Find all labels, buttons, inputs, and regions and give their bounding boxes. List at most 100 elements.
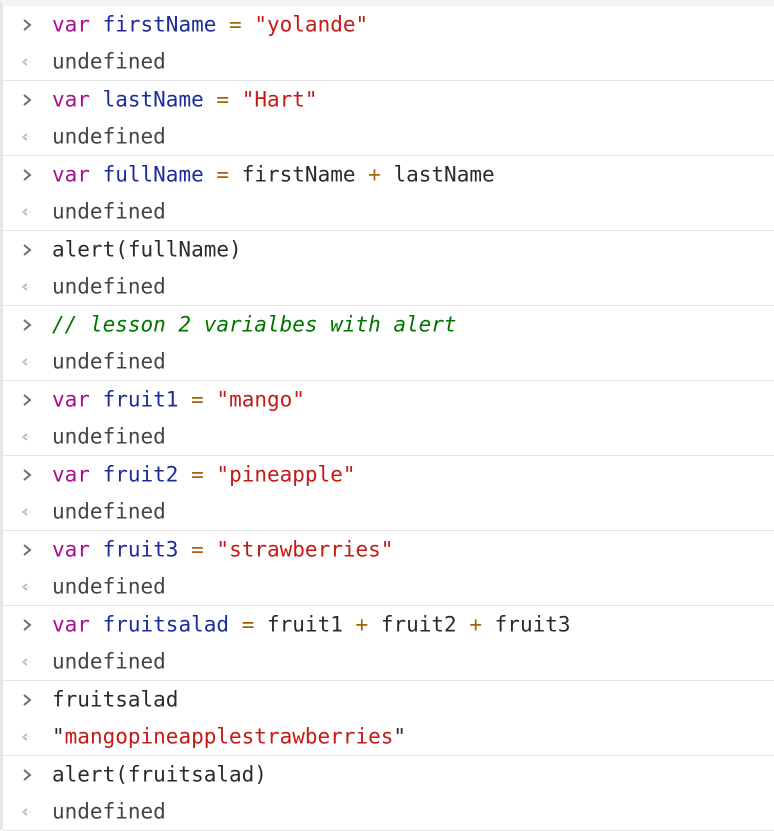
console-output-value: undefined	[52, 349, 166, 373]
string-literal: "strawberries"	[216, 537, 394, 561]
console-input-code: var fruitsalad = fruit1 + fruit2 + fruit…	[52, 614, 571, 635]
chevron-right-icon	[20, 543, 34, 557]
console-input-line[interactable]: alert(fullName)	[3, 231, 774, 268]
variable-name: fruit2	[102, 462, 179, 486]
console-input-code: alert(fullName)	[52, 237, 242, 261]
string-value: mangopineapplestrawberries	[64, 724, 394, 748]
operator: =	[216, 87, 230, 111]
console-input-line[interactable]: var fruitsalad = fruit1 + fruit2 + fruit…	[3, 606, 774, 643]
console-entry: var fullName = firstName + lastName unde…	[3, 156, 774, 231]
console-input-code: var fullName = firstName + lastName	[52, 164, 495, 185]
keyword: var	[52, 537, 90, 561]
string-quote: "	[52, 724, 65, 748]
return-arrow-icon	[20, 205, 34, 219]
console-input-line[interactable]: var firstName = "yolande"	[3, 6, 774, 43]
console-output-line: undefined	[3, 343, 774, 380]
keyword: var	[52, 87, 90, 111]
string-literal: "yolande"	[254, 12, 369, 36]
keyword: var	[52, 612, 90, 636]
console-input-line[interactable]: fruitsalad	[3, 681, 774, 718]
identifier: fruit2	[380, 612, 457, 636]
console-input-comment: // lesson 2 varialbes with alert	[52, 312, 457, 336]
console-output-line: undefined	[3, 568, 774, 605]
identifier: firstName	[241, 162, 356, 186]
return-arrow-icon	[20, 55, 34, 69]
console-input-line[interactable]: alert(fruitsalad)	[3, 756, 774, 793]
return-arrow-icon	[20, 130, 34, 144]
return-arrow-icon	[20, 505, 34, 519]
console-input-line[interactable]: var fullName = firstName + lastName	[3, 156, 774, 193]
operator: +	[469, 612, 482, 636]
keyword: var	[52, 162, 90, 186]
console-output-value: undefined	[52, 574, 166, 598]
console-entry: var fruit3 = "strawberries" undefined	[3, 531, 774, 606]
chevron-right-icon	[20, 318, 34, 332]
chevron-right-icon	[20, 768, 34, 782]
return-arrow-icon	[20, 805, 34, 819]
operator: +	[368, 162, 381, 186]
console-input-code: var fruit3 = "strawberries"	[52, 539, 393, 560]
chevron-right-icon	[20, 693, 34, 707]
return-arrow-icon	[20, 430, 34, 444]
console-output-line: undefined	[3, 193, 774, 230]
console-output-line: "mangopineapplestrawberries"	[3, 718, 774, 755]
chevron-right-icon	[20, 468, 34, 482]
return-arrow-icon	[20, 580, 34, 594]
console-panel: var firstName = "yolande" undefined var …	[0, 0, 774, 831]
console-output-value: undefined	[52, 124, 166, 148]
chevron-right-icon	[20, 93, 34, 107]
string-literal: "pineapple"	[216, 462, 356, 486]
console-entry: var fruit1 = "mango" undefined	[3, 381, 774, 456]
console-entry: // lesson 2 varialbes with alert undefin…	[3, 306, 774, 381]
string-quote: "	[393, 724, 407, 748]
console-output-value: undefined	[52, 424, 166, 448]
console-output-value: undefined	[52, 199, 166, 223]
operator: =	[229, 12, 242, 36]
chevron-right-icon	[20, 168, 34, 182]
console-output-line: undefined	[3, 268, 774, 305]
operator: =	[191, 462, 204, 486]
console-input-line[interactable]: // lesson 2 varialbes with alert	[3, 306, 774, 343]
console-entry: alert(fullName) undefined	[3, 231, 774, 306]
keyword: var	[52, 12, 90, 36]
console-entry: var fruitsalad = fruit1 + fruit2 + fruit…	[3, 606, 774, 681]
console-entry: var lastName = "Hart" undefined	[3, 81, 774, 156]
operator: =	[241, 612, 255, 636]
chevron-right-icon	[20, 243, 34, 257]
console-output-value: undefined	[52, 649, 166, 673]
console-entry: fruitsalad "mangopineapplestrawberries"	[3, 681, 774, 756]
console-output-line: undefined	[3, 643, 774, 680]
console-input-line[interactable]: var fruit1 = "mango"	[3, 381, 774, 418]
variable-name: firstName	[102, 12, 217, 36]
return-arrow-icon	[20, 730, 34, 744]
return-arrow-icon	[20, 655, 34, 669]
operator: +	[355, 612, 369, 636]
string-literal: "Hart"	[241, 87, 318, 111]
console-input-code: fruitsalad	[52, 687, 179, 711]
chevron-right-icon	[20, 393, 34, 407]
console-input-code: var fruit1 = "mango"	[52, 389, 305, 410]
console-input-code: alert(fruitsalad)	[52, 762, 267, 786]
console-entry: alert(fruitsalad) undefined	[3, 756, 774, 831]
chevron-right-icon	[20, 18, 34, 32]
operator: =	[191, 537, 204, 561]
console-output-value: undefined	[52, 274, 166, 298]
console-input-code: var lastName = "Hart"	[52, 89, 318, 110]
console-output-line: undefined	[3, 118, 774, 155]
console-input-line[interactable]: var fruit3 = "strawberries"	[3, 531, 774, 568]
console-output-value: undefined	[52, 49, 166, 73]
identifier: lastName	[393, 162, 495, 186]
console-entry: var fruit2 = "pineapple" undefined	[3, 456, 774, 531]
console-input-line[interactable]: var fruit2 = "pineapple"	[3, 456, 774, 493]
variable-name: fruit3	[102, 537, 179, 561]
console-output-line: undefined	[3, 493, 774, 530]
identifier: fruit1	[267, 612, 343, 636]
variable-name: fruit1	[102, 387, 179, 411]
console-output-value: undefined	[52, 499, 166, 523]
variable-name: lastName	[102, 87, 204, 111]
keyword: var	[52, 462, 90, 486]
identifier: fruit3	[494, 612, 571, 636]
console-input-line[interactable]: var lastName = "Hart"	[3, 81, 774, 118]
keyword: var	[52, 387, 90, 411]
console-entry: var firstName = "yolande" undefined	[3, 6, 774, 81]
